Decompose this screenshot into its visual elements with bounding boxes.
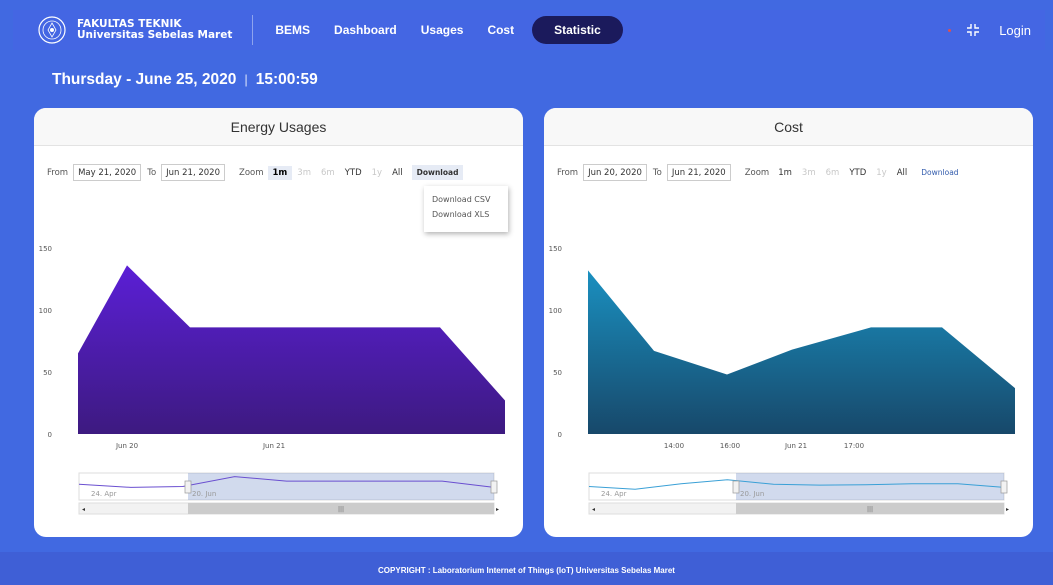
- x-tick-label: 17:00: [844, 442, 864, 450]
- y-tick-label: 100: [39, 307, 52, 315]
- navigator-right-handle[interactable]: [490, 480, 498, 494]
- x-tick-label: Jun 20: [115, 442, 138, 450]
- x-tick-label: 14:00: [664, 442, 684, 450]
- y-tick-label: 50: [553, 369, 562, 377]
- area-series[interactable]: [78, 265, 505, 434]
- indicator-dot: [948, 28, 952, 32]
- y-tick-label: 150: [39, 245, 52, 253]
- nav-usages[interactable]: Usages: [409, 23, 476, 37]
- navigator-label: 24. Apr: [601, 490, 627, 498]
- current-time: 15:00:59: [255, 71, 318, 88]
- energy-usages-chart[interactable]: 0 50 100 150 Jun 20 Jun 21 24. Apr 20. Jun ||| ◂ ▸: [34, 108, 523, 537]
- nav-bems[interactable]: BEMS: [263, 23, 322, 37]
- compress-icon[interactable]: [965, 22, 981, 38]
- brand-line-2: Universitas Sebelas Maret: [77, 29, 233, 41]
- scroll-right-icon[interactable]: ▸: [496, 506, 499, 513]
- top-navbar: FAKULTAS TEKNIK Universitas Sebelas Mare…: [13, 10, 1045, 50]
- date-time-separator: |: [244, 72, 248, 87]
- scroll-left-icon[interactable]: ◂: [82, 506, 85, 513]
- nav-dashboard[interactable]: Dashboard: [322, 23, 409, 37]
- y-tick-label: 150: [549, 245, 562, 253]
- university-logo-icon[interactable]: [35, 13, 69, 47]
- y-tick-label: 0: [558, 431, 562, 439]
- nav-cost[interactable]: Cost: [475, 23, 526, 37]
- scrollbar-grip-icon: |||: [867, 506, 873, 513]
- copyright-text: COPYRIGHT : Laboratorium Internet of Thi…: [378, 566, 675, 575]
- current-date: Thursday - June 25, 2020: [52, 71, 237, 88]
- login-link[interactable]: Login: [999, 23, 1031, 38]
- scrollbar-grip-icon: |||: [338, 506, 344, 513]
- x-tick-label: Jun 21: [784, 442, 807, 450]
- navigator-label: 24. Apr: [91, 490, 117, 498]
- y-tick-label: 0: [48, 431, 52, 439]
- cost-card: Cost From Jun 20, 2020 To Jun 21, 2020 Z…: [544, 108, 1033, 537]
- brand-name[interactable]: FAKULTAS TEKNIK Universitas Sebelas Mare…: [77, 19, 232, 41]
- datetime-header: Thursday - June 25, 2020 | 15:00:59: [52, 71, 318, 89]
- x-tick-label: 16:00: [720, 442, 740, 450]
- y-tick-label: 100: [549, 307, 562, 315]
- navigator-left-handle[interactable]: [184, 480, 192, 494]
- navigator-selection[interactable]: [736, 473, 1004, 500]
- nav-statistic[interactable]: Statistic: [532, 16, 623, 44]
- footer: COPYRIGHT : Laboratorium Internet of Thi…: [0, 552, 1053, 585]
- y-tick-label: 50: [43, 369, 52, 377]
- cost-chart[interactable]: 0 50 100 150 14:00 16:00 Jun 21 17:00 24. Apr 20.…: [544, 108, 1033, 537]
- navigator-left-handle[interactable]: [732, 480, 740, 494]
- navigator-right-handle[interactable]: [1000, 480, 1008, 494]
- scroll-right-icon[interactable]: ▸: [1006, 506, 1009, 513]
- x-tick-label: Jun 21: [262, 442, 285, 450]
- navbar-divider: [252, 15, 254, 45]
- area-series[interactable]: [588, 270, 1015, 434]
- scroll-left-icon[interactable]: ◂: [592, 506, 595, 513]
- navigator-label: 20. Jun: [192, 490, 216, 498]
- energy-usages-card: Energy Usages From May 21, 2020 To Jun 2…: [34, 108, 523, 537]
- navigator-label: 20. Jun: [740, 490, 764, 498]
